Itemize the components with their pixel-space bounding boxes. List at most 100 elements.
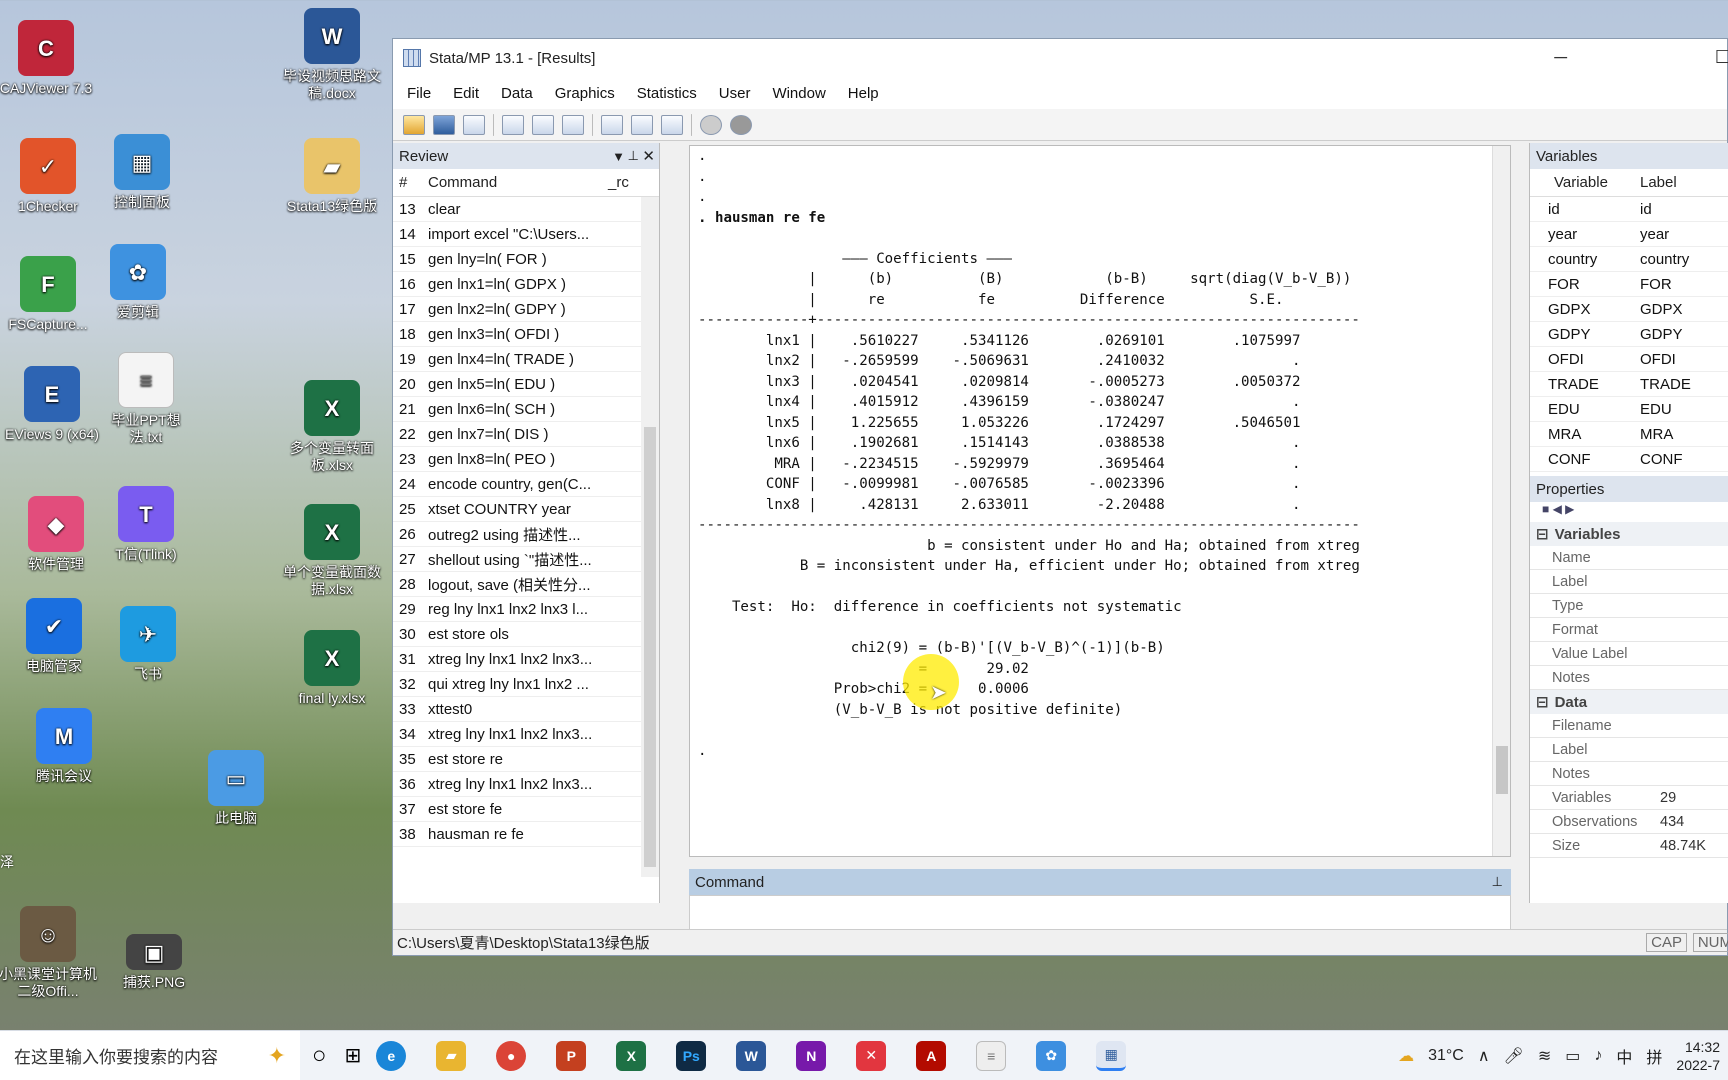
filter-icon[interactable]: ▼	[612, 149, 625, 164]
weather-temp[interactable]: 31°C	[1428, 1047, 1464, 1065]
menu-data[interactable]: Data	[501, 85, 533, 102]
menu-user[interactable]: User	[719, 85, 751, 102]
variable-row[interactable]: MRA MRA	[1530, 422, 1728, 447]
break-icon[interactable]	[730, 114, 752, 135]
menu-edit[interactable]: Edit	[453, 85, 479, 102]
desktop-icon-fscapture[interactable]: F FSCapture...	[0, 256, 98, 333]
variable-row[interactable]: FOR FOR	[1530, 272, 1728, 297]
review-row[interactable]: 25 xtset COUNTRY year	[393, 497, 659, 522]
review-row[interactable]: 32 qui xtreg lny lnx1 lnx2 ...	[393, 672, 659, 697]
tray-expand-icon[interactable]: ∧	[1478, 1046, 1490, 1066]
clock[interactable]: 14:32 2022-7	[1676, 1038, 1720, 1074]
desktop-icon-control-panel[interactable]: ▦ 控制面板	[92, 134, 192, 211]
results-scrollbar[interactable]	[1492, 146, 1510, 856]
forward-icon[interactable]: ▶	[1565, 502, 1574, 516]
graph-icon[interactable]	[562, 114, 584, 135]
desktop-icon-pc-manager[interactable]: ✔ 电脑管家	[4, 598, 104, 675]
property-row[interactable]: Value Label	[1530, 642, 1728, 666]
review-row[interactable]: 30 est store ols	[393, 622, 659, 647]
save-icon[interactable]	[433, 114, 455, 135]
desktop-icon-software-manager[interactable]: ◆ 软件管理	[6, 496, 106, 573]
col-variable[interactable]: Variable	[1530, 174, 1640, 191]
review-row[interactable]: 19 gen lnx4=ln( TRADE )	[393, 347, 659, 372]
menu-graphics[interactable]: Graphics	[555, 85, 615, 102]
properties-variables-section[interactable]: ⊟ Variables	[1530, 522, 1728, 546]
menu-file[interactable]: File	[407, 85, 431, 102]
review-row[interactable]: 23 gen lnx8=ln( PEO )	[393, 447, 659, 472]
property-row[interactable]: Filename	[1530, 714, 1728, 738]
property-row[interactable]: Name	[1530, 546, 1728, 570]
desktop-icon-excel-panel[interactable]: X 多个变量转面板.xlsx	[280, 380, 384, 474]
review-row[interactable]: 22 gen lnx7=ln( DIS )	[393, 422, 659, 447]
edge-icon[interactable]: e	[376, 1040, 407, 1071]
acrobat-icon[interactable]: A	[916, 1040, 947, 1071]
ime-mode-indicator[interactable]: 拼	[1646, 1044, 1662, 1068]
review-row[interactable]: 21 gen lnx6=ln( SCH )	[393, 397, 659, 422]
ime-indicator[interactable]: 中	[1616, 1044, 1632, 1068]
desktop-icon-capture-png[interactable]: ▣ 捕获.PNG	[104, 934, 204, 991]
property-row[interactable]: Observations 434	[1530, 810, 1728, 834]
lock-icon[interactable]: ■	[1542, 502, 1549, 516]
powerpoint-icon[interactable]: P	[556, 1040, 587, 1071]
review-row[interactable]: 35 est store re	[393, 747, 659, 772]
desktop-icon-feishu[interactable]: ✈ 飞书	[98, 606, 198, 683]
review-row[interactable]: 16 gen lnx1=ln( GDPX )	[393, 272, 659, 297]
pin-icon[interactable]: ⊥	[1492, 874, 1503, 890]
review-row[interactable]: 34 xtreg lny lnx1 lnx2 lnx3...	[393, 722, 659, 747]
variable-row[interactable]: year year	[1530, 222, 1728, 247]
desktop-icon-eviews[interactable]: E EViews 9 (x64)	[2, 366, 102, 443]
variable-row[interactable]: CONF CONF	[1530, 447, 1728, 472]
task-view-icon[interactable]: ⊞	[345, 1043, 362, 1068]
desktop-icon-cajviewer[interactable]: C CAJViewer 7.3	[0, 20, 96, 97]
variable-row[interactable]: id id	[1530, 197, 1728, 222]
review-row[interactable]: 37 est store fe	[393, 797, 659, 822]
variable-row[interactable]: country country	[1530, 247, 1728, 272]
property-row[interactable]: Notes	[1530, 666, 1728, 690]
wifi-icon[interactable]: ≋	[1538, 1046, 1551, 1066]
print-icon[interactable]	[463, 114, 485, 135]
variable-row[interactable]: OFDI OFDI	[1530, 347, 1728, 372]
xmind-icon[interactable]: ✕	[856, 1040, 887, 1071]
desktop-icon-word-doc[interactable]: W 毕设视频思路文稿.docx	[280, 8, 384, 102]
word-icon[interactable]: W	[736, 1040, 767, 1071]
review-row[interactable]: 31 xtreg lny lnx1 lnx2 lnx3...	[393, 647, 659, 672]
desktop-icon-stata-folder[interactable]: ▰ Stata13绿色版	[280, 138, 384, 215]
review-row[interactable]: 29 reg lny lnx1 lnx2 lnx3 l...	[393, 597, 659, 622]
battery-icon[interactable]: ▭	[1565, 1046, 1580, 1066]
notepad-icon[interactable]: ≡	[976, 1040, 1007, 1071]
review-row[interactable]: 24 encode country, gen(C...	[393, 472, 659, 497]
desktop-icon-excel-final[interactable]: Xfinal ly.xlsx	[280, 630, 384, 707]
taskbar-search[interactable]: 在这里输入你要搜索的内容 ✦	[0, 1030, 300, 1080]
volume-icon[interactable]: ♪	[1594, 1047, 1602, 1065]
review-row[interactable]: 36 xtreg lny lnx1 lnx2 lnx3...	[393, 772, 659, 797]
collapse-icon[interactable]: ⊟	[1536, 525, 1549, 543]
more-icon[interactable]	[700, 114, 722, 135]
review-row[interactable]: 38 hausman re fe	[393, 822, 659, 847]
col-number[interactable]: #	[393, 174, 428, 191]
minimize-button[interactable]: ─	[1554, 47, 1567, 68]
desktop-icon-excel-cross[interactable]: X 单个变量截面数据.xlsx	[280, 504, 384, 598]
review-row[interactable]: 17 gen lnx2=ln( GDPY )	[393, 297, 659, 322]
review-row[interactable]: 13 clear	[393, 197, 659, 222]
menu-statistics[interactable]: Statistics	[637, 85, 697, 102]
variable-row[interactable]: TRADE TRADE	[1530, 372, 1728, 397]
desktop-icon-tencent-meeting[interactable]: M 腾讯会议	[14, 708, 114, 785]
review-row[interactable]: 14 import excel "C:\Users...	[393, 222, 659, 247]
desktop-icon-xiaohei[interactable]: ☺ 小黑课堂计算机二级Offi...	[0, 906, 98, 1000]
collapse-icon[interactable]: ⊟	[1536, 693, 1549, 711]
stata-taskbar-icon[interactable]: ▦	[1096, 1040, 1127, 1071]
maximize-button[interactable]: ☐	[1715, 47, 1728, 68]
close-icon[interactable]: ✕	[642, 147, 655, 165]
property-row[interactable]: Type	[1530, 594, 1728, 618]
desktop-icon-1checker[interactable]: ✓ 1Checker	[0, 138, 98, 215]
desktop-icon-this-pc[interactable]: ▭ 此电脑	[186, 750, 286, 827]
cortana-icon[interactable]: ○	[312, 1042, 327, 1070]
variable-row[interactable]: EDU EDU	[1530, 397, 1728, 422]
property-row[interactable]: Label	[1530, 738, 1728, 762]
property-row[interactable]: Variables 29	[1530, 786, 1728, 810]
do-file-editor-icon[interactable]	[601, 114, 623, 135]
col-label[interactable]: Label	[1640, 174, 1677, 191]
back-icon[interactable]: ◀	[1553, 502, 1562, 516]
review-row[interactable]: 15 gen lny=ln( FOR )	[393, 247, 659, 272]
excel-icon[interactable]: X	[616, 1040, 647, 1071]
